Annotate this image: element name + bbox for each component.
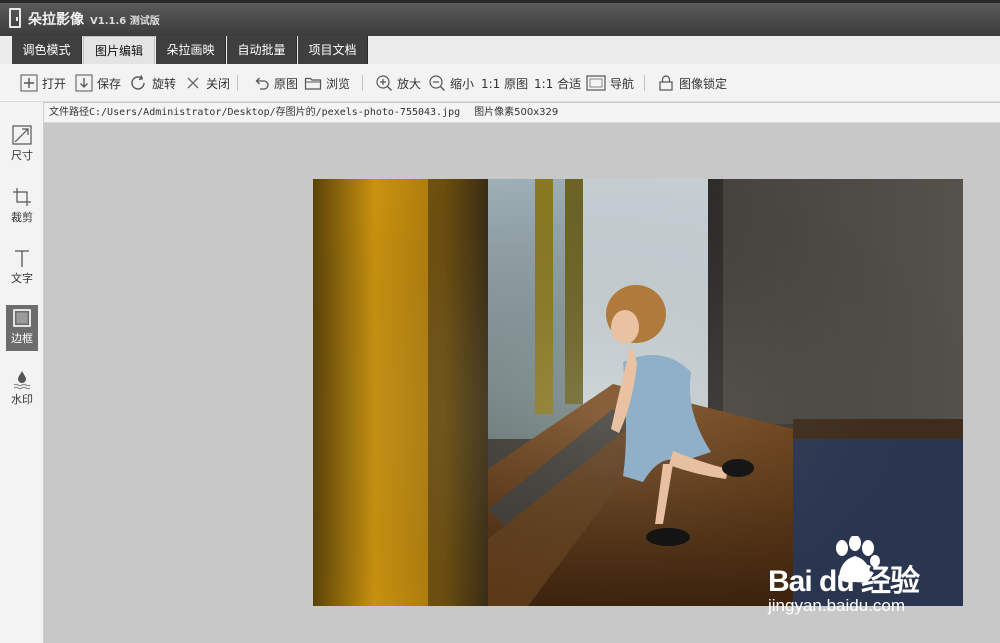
crop-icon: [13, 188, 31, 206]
text-icon: [15, 250, 29, 267]
plus-box-icon: [20, 74, 38, 92]
open-label: 打开: [42, 76, 67, 91]
water-drop-icon: [13, 371, 31, 390]
tab-image-edit[interactable]: 图片编辑: [83, 36, 155, 64]
navigator-label: 导航: [610, 76, 635, 91]
zoom-in-label: 放大: [397, 76, 422, 91]
undo-icon: [252, 74, 270, 92]
rotate-label: 旋转: [152, 76, 177, 91]
download-arrow-icon: [75, 74, 93, 92]
sidebar-item-border[interactable]: 边框: [6, 305, 38, 351]
image-lock-button[interactable]: 图像锁定: [657, 72, 727, 94]
toolbar-divider: [644, 75, 645, 91]
watermark-url: jingyan.baidu.com: [768, 596, 906, 615]
toolbar-divider: [362, 75, 363, 91]
fit-button[interactable]: 1:1 合适: [534, 72, 581, 94]
original-button[interactable]: 原图: [252, 72, 298, 94]
close-icon: [184, 74, 202, 92]
border-icon: [13, 309, 31, 327]
file-path-text: 文件路径C:/Users/Administrator/Desktop/存图片的/…: [49, 107, 461, 118]
tab-bar: 调色模式 图片编辑 朵拉画映 自动批量 项目文档: [0, 36, 1000, 64]
baidu-watermark: Bai du 经验 jingyan.baidu.com: [768, 536, 968, 626]
browse-label: 浏览: [326, 76, 351, 91]
zoom-out-label: 缩小: [450, 76, 475, 91]
sidebar-item-label: 文字: [11, 272, 33, 285]
lock-icon: [657, 74, 675, 92]
navigator-button[interactable]: 导航: [586, 72, 634, 94]
save-button[interactable]: 保存: [75, 72, 121, 94]
image-pixels-text: 图片像素500x329: [474, 107, 559, 118]
fit-label: 1:1 合适: [534, 76, 582, 91]
browse-button[interactable]: 浏览: [304, 72, 350, 94]
file-info-bar: 文件路径C:/Users/Administrator/Desktop/存图片的/…: [44, 103, 1000, 123]
sidebar-item-label: 裁剪: [11, 211, 33, 224]
actual-size-label: 1:1 原图: [481, 76, 529, 91]
tab-dora-frame[interactable]: 朵拉画映: [156, 36, 226, 64]
sidebar-item-crop[interactable]: 裁剪: [6, 184, 38, 230]
tab-project-docs[interactable]: 项目文档: [298, 36, 368, 64]
title-bar: 朵拉影像 V1.1.6 测试版: [0, 0, 1000, 36]
close-label: 关闭: [206, 76, 231, 91]
rotate-icon: [128, 73, 148, 93]
sidebar-item-watermark[interactable]: 水印: [6, 366, 38, 412]
watermark-brand: Bai du 经验: [768, 565, 920, 598]
zoom-in-icon: [375, 74, 393, 92]
open-button[interactable]: 打开: [20, 72, 66, 94]
zoom-out-icon: [428, 74, 446, 92]
app-logo-icon: [9, 8, 21, 28]
navigator-icon: [586, 74, 606, 92]
sidebar-item-size[interactable]: 尺寸: [6, 122, 38, 168]
image-lock-label: 图像锁定: [679, 76, 728, 91]
save-label: 保存: [97, 76, 122, 91]
app-title: 朵拉影像: [28, 12, 84, 28]
sidebar-item-label: 尺寸: [11, 149, 33, 162]
sidebar-item-label: 边框: [11, 332, 33, 345]
sidebar-item-text[interactable]: 文字: [6, 245, 38, 291]
app-version: V1.1.6 测试版: [90, 16, 160, 27]
tab-auto-batch[interactable]: 自动批量: [227, 36, 297, 64]
folder-icon: [304, 74, 322, 92]
tab-color-mode[interactable]: 调色模式: [12, 36, 82, 64]
rotate-button[interactable]: 旋转: [128, 72, 176, 94]
sidebar: 尺寸 裁剪 文字 边框 水印: [0, 102, 44, 643]
zoom-in-button[interactable]: 放大: [375, 72, 421, 94]
toolbar: 打开 保存 旋转 关闭 原图 浏览 放大 缩小 1:1 原图 1:1 合适 导航…: [0, 64, 1000, 102]
close-button[interactable]: 关闭: [184, 72, 230, 94]
sidebar-item-label: 水印: [11, 393, 33, 406]
original-label: 原图: [274, 76, 299, 91]
actual-size-button[interactable]: 1:1 原图: [481, 72, 528, 94]
resize-icon: [12, 125, 32, 145]
toolbar-divider: [237, 75, 238, 91]
zoom-out-button[interactable]: 缩小: [428, 72, 474, 94]
